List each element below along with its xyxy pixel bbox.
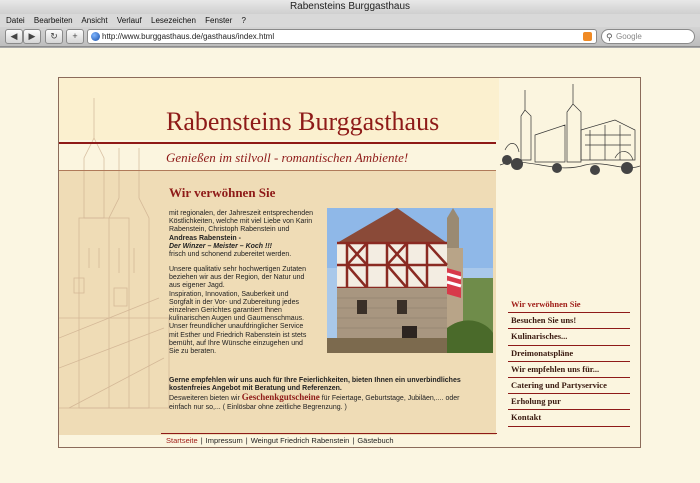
voucher-suffix: für Feiertage, Geburtstage, Jubiläen,...… — [319, 395, 460, 403]
menu-lesezeichen[interactable]: Lesezeichen — [151, 16, 196, 25]
menu-fenster[interactable]: Fenster — [205, 16, 232, 25]
page-viewport: Rabensteins Burggasthaus Genießen im sti… — [0, 48, 700, 483]
subtitle-rule — [59, 170, 496, 171]
nav-wir-empfehlen-uns[interactable]: Wir empfehlen uns für... — [508, 362, 630, 378]
quality-line: beziehen wir aus der Region, der Natur u… — [169, 274, 305, 282]
voucher-line: Desweiteren bieten wir Geschenkgutschein… — [169, 393, 499, 403]
menu-verlauf[interactable]: Verlauf — [117, 16, 142, 25]
browser-toolbar: ◀ ▶ ↻ + http://www.burggasthaus.de/gasth… — [0, 27, 700, 47]
reload-icon: ↻ — [50, 31, 58, 41]
inn-photo — [327, 208, 493, 353]
nav-kontakt[interactable]: Kontakt — [508, 410, 630, 427]
events-line: kostenfreies Angebot mit Beratung und Re… — [169, 385, 342, 393]
site-title: Rabensteins Burggasthaus — [166, 107, 440, 136]
search-icon: ⚲ — [606, 32, 613, 42]
footer-separator: | — [200, 436, 203, 445]
events-text: Gerne empfehlen wir uns auch für Ihre Fe… — [169, 377, 499, 412]
voucher-prefix: Desweiteren bieten wir — [169, 395, 242, 403]
footer-rule — [161, 433, 497, 434]
footer-link-impressum[interactable]: Impressum — [206, 436, 243, 445]
site-subtitle: Genießen im stilvoll - romantischen Ambi… — [166, 150, 409, 165]
intro-text: mit regionalen, der Jahreszeit entsprech… — [169, 210, 329, 259]
intro-line: Köstlichkeiten, welche mit viel Liebe vo… — [169, 218, 313, 226]
footer-separator: | — [352, 436, 355, 445]
quality-line: Sorgfalt in der Vor- und Zubereitung jed… — [169, 298, 299, 306]
quality-line: Unsere qualitativ sehr hochwertigen Zuta… — [169, 266, 306, 273]
search-input[interactable]: ⚲ Google — [601, 29, 695, 44]
menu-help[interactable]: ? — [242, 16, 246, 25]
menu-datei[interactable]: Datei — [6, 16, 25, 25]
quality-line: einzelnen Gerichtes garantiert Ihnen — [169, 307, 282, 315]
plus-icon: + — [72, 31, 78, 41]
nav-erholung-pur[interactable]: Erholung pur — [508, 394, 630, 411]
footer-link-weingut[interactable]: Weingut Friedrich Rabenstein — [251, 436, 350, 445]
rss-icon[interactable] — [583, 32, 592, 41]
quality-line: mit Esther und Friedrich Rabenstein ist … — [169, 331, 307, 339]
quality-line: Sie zu beraten. — [169, 348, 217, 356]
voucher-line2: einfach nur so,... ( Einlösbar ohne zeit… — [169, 403, 347, 411]
chef-tagline: Der Winzer – Meister – Koch !!! — [169, 242, 273, 250]
footer-link-gaestebuch[interactable]: Gästebuch — [357, 436, 393, 445]
footer-separator: | — [245, 436, 248, 445]
arrow-right-icon: ▶ — [28, 31, 36, 41]
nav-dreimonatsplaene[interactable]: Dreimonatspläne — [508, 346, 630, 362]
window-title: Rabensteins Burggasthaus — [0, 0, 700, 14]
quality-text: Unsere qualitativ sehr hochwertigen Zuta… — [169, 266, 329, 356]
events-line: Gerne empfehlen wir uns auch für Ihre Fe… — [169, 377, 461, 384]
village-engraving — [499, 84, 640, 175]
quality-line: aus eigener Jagd. — [169, 282, 225, 290]
site-navigation: Wir verwöhnen Sie Besuchen Sie uns! Kuli… — [508, 297, 630, 427]
quality-line: bemüht, auf Ihre Wünsche einzugehen und — [169, 339, 303, 347]
new-tab-button[interactable]: + — [66, 29, 84, 44]
footer-links: Startseite | Impressum | Weingut Friedrich R… — [166, 436, 394, 445]
forward-button[interactable]: ▶ — [23, 29, 41, 44]
menu-ansicht[interactable]: Ansicht — [81, 16, 107, 25]
nav-besuchen-sie-uns[interactable]: Besuchen Sie uns! — [508, 313, 630, 330]
back-button[interactable]: ◀ — [5, 29, 23, 44]
chef-name: Andreas Rabenstein - — [169, 234, 241, 242]
title-rule — [59, 142, 496, 144]
quality-line: kulinarischen Augen und Gaumenschmaus. — [169, 315, 305, 323]
intro-line: mit regionalen, der Jahreszeit entsprech… — [169, 210, 313, 217]
content-heading: Wir verwöhnen Sie — [169, 185, 276, 200]
search-placeholder: Google — [616, 32, 642, 41]
globe-icon — [91, 32, 100, 41]
voucher-link[interactable]: Geschenkgutscheine — [242, 392, 320, 402]
nav-wir-verwoehnen-sie[interactable]: Wir verwöhnen Sie — [508, 297, 630, 314]
nav-kulinarisches[interactable]: Kulinarisches... — [508, 329, 630, 346]
address-bar[interactable]: http://www.burggasthaus.de/gasthaus/inde… — [87, 29, 597, 44]
arrow-left-icon: ◀ — [10, 31, 18, 41]
reload-button[interactable]: ↻ — [45, 29, 63, 44]
site-frame: Rabensteins Burggasthaus Genießen im sti… — [58, 77, 641, 448]
prepared-line: frisch und schonend zubereitet werden. — [169, 251, 292, 259]
menu-bearbeiten[interactable]: Bearbeiten — [34, 16, 73, 25]
footer-link-startseite[interactable]: Startseite — [166, 436, 198, 445]
browser-menubar: Datei Bearbeiten Ansicht Verlauf Lesezei… — [0, 14, 700, 27]
url-text: http://www.burggasthaus.de/gasthaus/inde… — [102, 32, 275, 41]
quality-line: Unser freundlicher unaufdringlicher Serv… — [169, 323, 304, 331]
intro-line: Rabenstein, Christoph Rabenstein und — [169, 226, 290, 234]
nav-catering[interactable]: Catering und Partyservice — [508, 378, 630, 395]
quality-line: Inspiration, Innovation, Sauberkeit und — [169, 290, 289, 298]
